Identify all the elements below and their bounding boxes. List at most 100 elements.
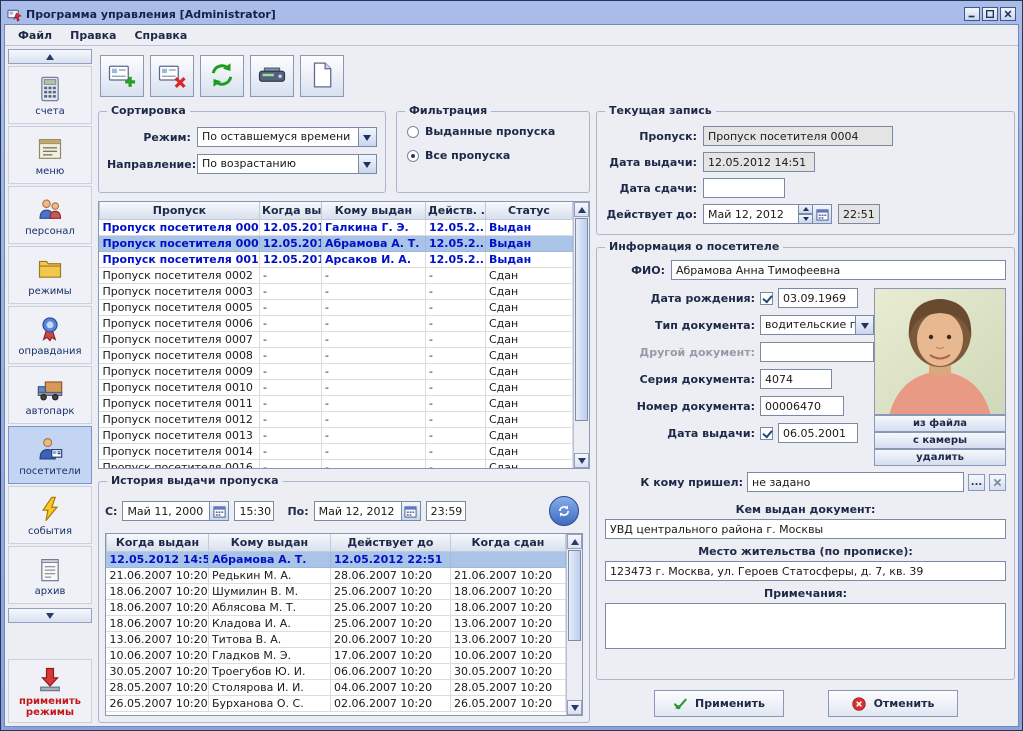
column-header[interactable]: Когда сдан (450, 534, 565, 551)
table-row[interactable]: Пропуск посетителя 001512.05.2012Арсаков… (99, 251, 572, 267)
return-date-field[interactable] (703, 178, 785, 198)
address-field[interactable]: 123473 г. Москва, ул. Героев Статосферы,… (605, 561, 1006, 581)
table-row[interactable]: 30.05.2007 10:20Троегубов Ю. И.06.06.200… (106, 663, 565, 679)
passes-table-scrollbar[interactable] (573, 202, 589, 468)
table-row[interactable]: 28.05.2007 10:20Столярова И. И.04.06.200… (106, 679, 565, 695)
sidebar-scroll-up-button[interactable] (8, 49, 92, 64)
sidebar-item-accounts[interactable]: счета (8, 66, 92, 124)
scrollbar-up-button[interactable] (574, 202, 589, 217)
sort-direction-combobox[interactable]: По возрастанию (197, 154, 377, 174)
new-document-button[interactable] (300, 55, 344, 97)
scrollbar-down-button[interactable] (574, 453, 589, 468)
column-header[interactable]: Действ. ... (425, 202, 485, 219)
photo-from-file-button[interactable]: из файла (874, 415, 1006, 432)
history-table-scrollbar[interactable] (566, 534, 582, 715)
sidebar-item-modes[interactable]: режимы (8, 246, 92, 304)
table-row[interactable]: 10.06.2007 10:20Гладков М. Э.17.06.2007 … (106, 647, 565, 663)
scrollbar-thumb[interactable] (568, 550, 581, 641)
table-row[interactable]: Пропуск посетителя 0006---Сдан (99, 315, 572, 331)
column-header[interactable]: Кому выдан (208, 534, 330, 551)
table-row[interactable]: Пропуск посетителя 0010---Сдан (99, 379, 572, 395)
visit-to-browse-button[interactable]: ... (968, 474, 985, 491)
table-row[interactable]: Пропуск посетителя 000112.05.2012Галкина… (99, 219, 572, 235)
sidebar-item-personnel[interactable]: персонал (8, 186, 92, 244)
history-refresh-button[interactable] (549, 496, 579, 526)
table-row[interactable]: Пропуск посетителя 0002---Сдан (99, 267, 572, 283)
menu-edit[interactable]: Правка (61, 27, 125, 44)
combo-arrow-button[interactable] (358, 128, 376, 146)
cancel-button[interactable]: Отменить (828, 690, 958, 717)
scrollbar-track[interactable] (567, 549, 582, 700)
sidebar-item-events[interactable]: события (8, 486, 92, 544)
fio-field[interactable]: Абрамова Анна Тимофеевна (671, 260, 1006, 280)
table-row[interactable]: 13.06.2007 10:20Титова В. А.20.06.2007 1… (106, 631, 565, 647)
column-header[interactable]: Кому выдан (321, 202, 425, 219)
photo-delete-button[interactable]: удалить (874, 449, 1006, 466)
doc-issue-date-checkbox[interactable] (760, 427, 773, 440)
close-button[interactable] (1000, 7, 1016, 21)
notes-textarea[interactable] (605, 603, 1006, 649)
menu-help[interactable]: Справка (125, 27, 196, 44)
table-row[interactable]: Пропуск посетителя 0011---Сдан (99, 395, 572, 411)
issued-by-field[interactable]: УВД центрального района г. Москвы (605, 519, 1006, 539)
history-to-date-field[interactable]: Май 12, 2012 (314, 501, 402, 521)
card-reader-button[interactable] (250, 55, 294, 97)
table-row[interactable]: 26.05.2007 10:20Бурханова О. С.02.06.200… (106, 695, 565, 711)
birth-date-field[interactable]: 03.09.1969 (778, 288, 858, 308)
table-row[interactable]: Пропуск посетителя 000412.05.2012Абрамов… (99, 235, 572, 251)
photo-from-camera-button[interactable]: с камеры (874, 432, 1006, 449)
table-row[interactable]: 21.06.2007 10:20Редькин М. А.28.06.2007 … (106, 567, 565, 583)
table-row[interactable]: Пропуск посетителя 0016---Сдан (99, 459, 572, 468)
sidebar-item-menu[interactable]: меню (8, 126, 92, 184)
sort-mode-combobox[interactable]: По оставшемуся времени (197, 127, 377, 147)
column-header[interactable]: Когда выдан (106, 534, 208, 551)
doc-issue-date-field[interactable]: 06.05.2001 (778, 423, 858, 443)
table-row[interactable]: Пропуск посетителя 0008---Сдан (99, 347, 572, 363)
scrollbar-down-button[interactable] (567, 700, 582, 715)
table-row[interactable]: Пропуск посетителя 0009---Сдан (99, 363, 572, 379)
issue-date-field[interactable]: 12.05.2012 14:51 (703, 152, 815, 172)
calendar-button[interactable] (402, 501, 421, 521)
sidebar-scroll-down-button[interactable] (8, 608, 92, 623)
combo-arrow-button[interactable] (358, 155, 376, 173)
scrollbar-track[interactable] (574, 217, 589, 453)
history-from-date-field[interactable]: Май 11, 2000 (122, 501, 210, 521)
doc-number-field[interactable]: 00006470 (760, 396, 844, 416)
delete-pass-button[interactable] (150, 55, 194, 97)
table-row[interactable]: Пропуск посетителя 0007---Сдан (99, 331, 572, 347)
column-header[interactable]: Действует до (330, 534, 450, 551)
minimize-button[interactable] (964, 7, 980, 21)
doc-type-combobox[interactable]: водительские пр... (760, 315, 874, 335)
sidebar-item-justifications[interactable]: оправдания (8, 306, 92, 364)
doc-series-field[interactable]: 4074 (760, 369, 832, 389)
table-row[interactable]: Пропуск посетителя 0014---Сдан (99, 443, 572, 459)
spinner-down-button[interactable] (799, 214, 813, 224)
calendar-button[interactable] (210, 501, 229, 521)
valid-until-date-field[interactable]: Май 12, 2012 (703, 204, 799, 224)
filter-all-radio[interactable]: Все пропуска (407, 149, 579, 162)
valid-until-time-field[interactable]: 22:51 (838, 204, 880, 224)
table-row[interactable]: Пропуск посетителя 0003---Сдан (99, 283, 572, 299)
apply-button[interactable]: Применить (654, 690, 784, 717)
sidebar-item-fleet[interactable]: автопарк (8, 366, 92, 424)
sidebar-item-archive[interactable]: архив (8, 546, 92, 604)
table-row[interactable]: Пропуск посетителя 0013---Сдан (99, 427, 572, 443)
table-row[interactable]: 18.06.2007 10:20Кладова И. А.25.06.2007 … (106, 615, 565, 631)
table-row[interactable]: 18.06.2007 10:20Шумилин В. М.25.06.2007 … (106, 583, 565, 599)
spinner-up-button[interactable] (799, 204, 813, 214)
column-header[interactable]: Статус (485, 202, 572, 219)
scrollbar-up-button[interactable] (567, 534, 582, 549)
table-row[interactable]: Пропуск посетителя 0005---Сдан (99, 299, 572, 315)
birth-date-checkbox[interactable] (760, 292, 773, 305)
filter-issued-radio[interactable]: Выданные пропуска (407, 125, 579, 138)
add-pass-button[interactable] (100, 55, 144, 97)
other-doc-field[interactable] (760, 342, 874, 362)
history-from-time-field[interactable]: 15:30 (234, 501, 274, 521)
refresh-button[interactable] (200, 55, 244, 97)
column-header[interactable]: Пропуск (99, 202, 259, 219)
maximize-button[interactable] (982, 7, 998, 21)
combo-arrow-button[interactable] (855, 316, 873, 334)
visit-to-clear-button[interactable] (989, 474, 1006, 491)
sidebar-item-visitors[interactable]: посетители (8, 426, 92, 484)
column-header[interactable]: Когда выд... (259, 202, 321, 219)
